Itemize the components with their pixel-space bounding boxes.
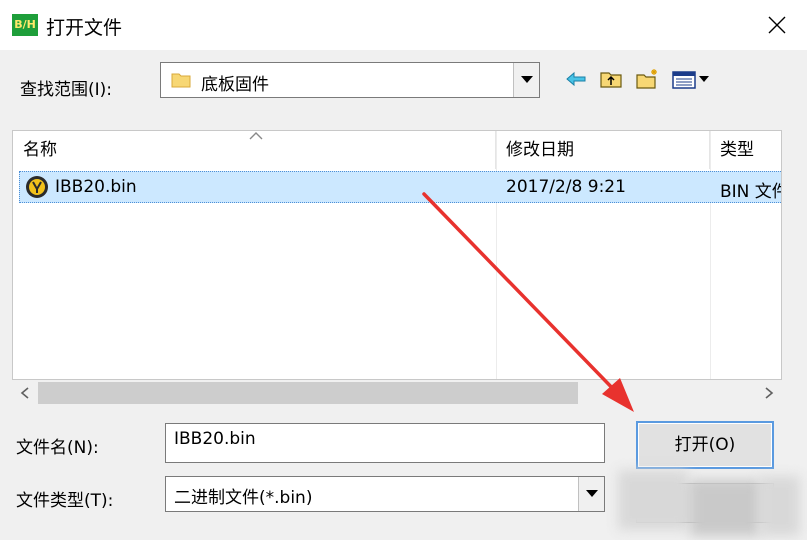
up-folder-icon [600,72,622,88]
watermark-blur [690,480,760,536]
watermark-blur [618,470,688,530]
new-folder-icon [636,69,657,89]
lookin-dropdown[interactable]: 底板固件 [160,62,540,98]
chevron-right-icon [765,387,774,399]
horizontal-scrollbar[interactable] [12,380,782,406]
scroll-right-button[interactable] [756,380,782,406]
column-divider [710,131,711,379]
close-button[interactable] [747,0,807,50]
back-arrow-icon [566,71,586,87]
column-header-name[interactable]: 名称 [13,131,496,169]
open-button[interactable]: 打开(O) [636,421,774,469]
chevron-left-icon [20,387,29,399]
lookin-label: 查找范围(I): [20,80,113,100]
filetype-value: 二进制文件(*.bin) [174,488,313,508]
file-modified-cell: 2017/2/8 9:21 [506,177,626,197]
close-icon [768,16,786,34]
filetype-dropdown[interactable]: 二进制文件(*.bin) [165,476,605,512]
lookin-dropdown-button[interactable] [513,63,539,97]
up-folder-button[interactable] [598,66,624,92]
chevron-down-icon [585,490,598,497]
view-menu-button[interactable] [670,66,712,92]
folder-icon [171,73,191,88]
chevron-down-icon [520,76,533,83]
bin-file-icon [26,176,48,198]
column-header-type[interactable]: 类型 [710,131,781,169]
column-divider [496,131,497,379]
filetype-dropdown-button[interactable] [578,477,604,511]
filetype-label: 文件类型(T): [16,491,114,511]
dialog-title: 打开文件 [46,17,123,39]
lookin-value: 底板固件 [201,75,269,95]
file-name-cell: IBB20.bin [55,177,137,197]
watermark-blur [760,476,800,536]
back-button[interactable] [563,66,589,92]
file-type-cell: BIN 文件 [720,182,782,202]
title-bar: B/H 打开文件 [0,0,807,50]
filename-label: 文件名(N): [16,438,99,458]
scroll-left-button[interactable] [12,380,38,406]
file-list[interactable]: 名称 修改日期 类型 IBB20.bin 2017/2/8 9:21 BIN 文… [12,130,782,380]
scroll-thumb[interactable] [38,382,578,404]
column-header-modified[interactable]: 修改日期 [496,131,710,169]
view-menu-icon [672,71,709,89]
filename-input[interactable]: IBB20.bin [165,423,605,463]
new-folder-button[interactable] [634,66,660,92]
app-icon: B/H [12,14,38,36]
